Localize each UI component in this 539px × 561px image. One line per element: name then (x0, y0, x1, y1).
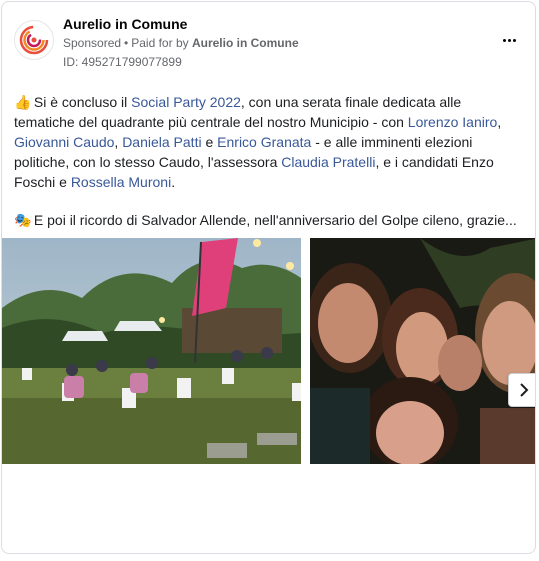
mention-lorenzo-ianiro[interactable]: Lorenzo Ianiro (408, 114, 498, 130)
party-photo (2, 238, 301, 464)
selfie-photo (310, 238, 535, 464)
hashtag-link[interactable]: Social Party 2022 (131, 94, 241, 110)
paid-by-name[interactable]: Aurelio in Comune (192, 36, 299, 50)
mention-enrico-granata[interactable]: Enrico Granata (217, 134, 311, 150)
mention-rossella-muroni[interactable]: Rossella Muroni (71, 174, 171, 190)
page-name[interactable]: Aurelio in Comune (63, 16, 187, 32)
separator-dot: • (124, 36, 129, 50)
more-options-button[interactable] (497, 30, 521, 50)
post-paragraph-1: 👍 Si è concluso il Social Party 2022, co… (14, 92, 514, 192)
paid-prefix: Paid for by (131, 36, 189, 50)
post-text: 👍 Si è concluso il Social Party 2022, co… (14, 92, 514, 192)
page-avatar[interactable] (14, 20, 54, 60)
text-segment: e (201, 134, 218, 150)
mention-claudia-pratelli[interactable]: Claudia Pratelli (281, 154, 375, 170)
carousel-image-party[interactable] (2, 238, 301, 464)
text-segment: Si è concluso il (33, 94, 132, 110)
carousel-image-selfie[interactable] (310, 238, 535, 464)
hand-emoji-icon: 👍 (14, 94, 32, 110)
theater-masks-emoji-icon: 🎭 (14, 212, 32, 228)
chevron-right-icon (520, 383, 529, 397)
ad-id: ID: 495271799077899 (63, 55, 182, 69)
sponsored-label: Sponsored (63, 36, 122, 50)
text-segment: , (497, 114, 502, 130)
mention-daniela-patti[interactable]: Daniela Patti (122, 134, 201, 150)
logo-spiral-icon (19, 25, 49, 55)
carousel-next-button[interactable] (508, 373, 535, 407)
image-carousel (2, 238, 535, 464)
text-segment: . (171, 174, 176, 190)
post-paragraph-2: 🎭 E poi il ricordo di Salvador Allende, … (14, 210, 524, 230)
truncated-text[interactable]: E poi il ricordo di Salvador Allende, ne… (34, 212, 517, 228)
ad-post-card: Aurelio in Comune Sponsored • Paid for by … (1, 1, 536, 554)
sponsored-line: Sponsored • Paid for by Aurelio in Comune (63, 36, 299, 50)
post-header: Aurelio in Comune Sponsored • Paid for by … (2, 2, 535, 78)
mention-giovanni-caudo[interactable]: Giovanni Caudo (14, 134, 114, 150)
more-horizontal-icon (502, 38, 506, 42)
